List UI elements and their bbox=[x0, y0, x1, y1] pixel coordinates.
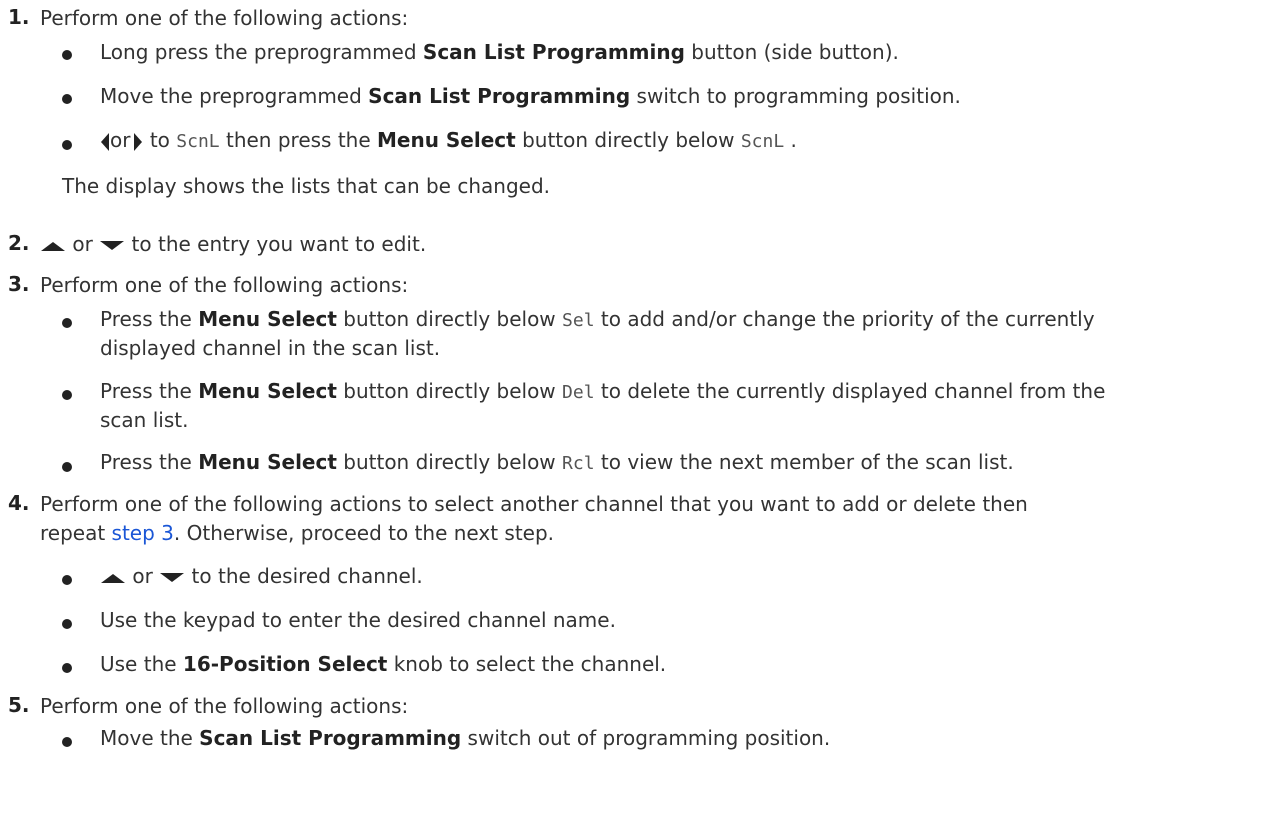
step-2-number: 2. bbox=[8, 231, 30, 255]
display-code-sel: Sel bbox=[562, 310, 595, 331]
option-text: Move the bbox=[100, 726, 200, 750]
procedure-page: 1. Perform one of the following actions:… bbox=[0, 0, 1270, 838]
down-arrow-icon bbox=[100, 240, 125, 250]
bullet-icon bbox=[62, 140, 72, 150]
step-1-number: 1. bbox=[8, 5, 30, 29]
step-3-option-1: Press the Menu Select button directly be… bbox=[100, 305, 1095, 335]
16-position-select-label: 16-Position Select bbox=[182, 652, 388, 676]
option-text: . bbox=[784, 128, 797, 152]
bullet-icon bbox=[62, 619, 72, 629]
menu-select-label: Menu Select bbox=[198, 450, 337, 474]
option-text: to add and/or change the priority of the… bbox=[594, 307, 1095, 331]
step-4-text: Perform one of the following actions to … bbox=[40, 492, 1028, 516]
step-3-option-3: Press the Menu Select button directly be… bbox=[100, 448, 1014, 478]
step-3-link[interactable]: step 3 bbox=[112, 521, 174, 545]
bullet-icon bbox=[62, 663, 72, 673]
option-text: to bbox=[143, 128, 177, 152]
up-arrow-icon bbox=[41, 241, 65, 251]
step-3-option-1-cont: displayed channel in the scan list. bbox=[100, 336, 441, 360]
step-1-result: The display shows the lists that can be … bbox=[62, 174, 550, 198]
step-1-text: Perform one of the following actions: bbox=[40, 6, 409, 30]
option-text: Press the bbox=[100, 379, 199, 403]
step-text: . Otherwise, proceed to the next step. bbox=[173, 521, 555, 545]
option-text: Press the bbox=[100, 307, 199, 331]
bullet-icon bbox=[62, 737, 72, 747]
bullet-icon bbox=[62, 462, 72, 472]
step-text: repeat bbox=[40, 521, 112, 545]
bullet-icon bbox=[62, 575, 72, 585]
step-5-option-1: Move the Scan List Programming switch ou… bbox=[100, 724, 830, 752]
up-arrow-icon bbox=[101, 573, 125, 583]
step-3-option-2-cont: scan list. bbox=[100, 408, 189, 432]
scan-list-programming-label: Scan List Programming bbox=[199, 726, 462, 750]
bullet-icon bbox=[62, 94, 72, 104]
display-code-scnl: ScnL bbox=[740, 131, 785, 152]
option-text: knob to select the channel. bbox=[387, 652, 667, 676]
down-arrow-icon bbox=[160, 572, 185, 582]
option-text: Press the bbox=[100, 450, 199, 474]
option-text: then press the bbox=[219, 128, 377, 152]
option-text: Move the preprogrammed bbox=[100, 84, 369, 108]
step-5-number: 5. bbox=[8, 693, 30, 717]
menu-select-label: Menu Select bbox=[198, 307, 337, 331]
option-text: Long press the preprogrammed bbox=[100, 40, 423, 64]
option-text: button directly below bbox=[515, 128, 741, 152]
step-1-option-1: Long press the preprogrammed Scan List P… bbox=[100, 38, 899, 66]
display-code-del: Del bbox=[562, 382, 595, 403]
step-4-option-1: or to the desired channel. bbox=[100, 562, 423, 590]
menu-select-label: Menu Select bbox=[198, 379, 337, 403]
step-4-option-2: Use the keypad to enter the desired chan… bbox=[100, 608, 616, 632]
step-3-number: 3. bbox=[8, 272, 30, 296]
or-text: or bbox=[126, 564, 160, 588]
option-text: to view the next member of the scan list… bbox=[594, 450, 1014, 474]
right-arrow-icon bbox=[134, 132, 143, 151]
option-text: Use the bbox=[100, 652, 183, 676]
bullet-icon bbox=[62, 318, 72, 328]
option-text: to the desired channel. bbox=[185, 564, 423, 588]
option-text: button (side button). bbox=[684, 40, 899, 64]
step-text: to the entry you want to edit. bbox=[125, 232, 427, 256]
step-2-text: or to the entry you want to edit. bbox=[40, 230, 426, 258]
or-text: or bbox=[110, 128, 131, 152]
step-4-text-cont: repeat step 3. Otherwise, proceed to the… bbox=[40, 519, 554, 547]
option-text: button directly below bbox=[336, 307, 563, 331]
scan-list-programming-label: Scan List Programming bbox=[368, 84, 631, 108]
option-text: button directly below bbox=[336, 450, 563, 474]
scan-list-programming-label: Scan List Programming bbox=[422, 40, 685, 64]
step-5-text: Perform one of the following actions: bbox=[40, 694, 409, 718]
step-1-option-3: or to ScnL then press the Menu Select bu… bbox=[100, 126, 797, 156]
bullet-icon bbox=[62, 50, 72, 60]
option-text: switch out of programming position. bbox=[461, 726, 831, 750]
step-3-option-2: Press the Menu Select button directly be… bbox=[100, 377, 1105, 407]
menu-select-label: Menu Select bbox=[377, 128, 516, 152]
left-arrow-icon bbox=[101, 132, 109, 151]
bullet-icon bbox=[62, 390, 72, 400]
or-text: or bbox=[66, 232, 100, 256]
option-text: button directly below bbox=[336, 379, 563, 403]
step-1-option-2: Move the preprogrammed Scan List Program… bbox=[100, 82, 961, 110]
step-4-option-3: Use the 16-Position Select knob to selec… bbox=[100, 650, 666, 678]
option-text: to delete the currently displayed channe… bbox=[594, 379, 1106, 403]
option-text: switch to programming position. bbox=[630, 84, 961, 108]
display-code-rcl: Rcl bbox=[562, 453, 595, 474]
step-4-number: 4. bbox=[8, 491, 30, 515]
step-3-text: Perform one of the following actions: bbox=[40, 273, 409, 297]
display-code-scnl: ScnL bbox=[176, 131, 220, 152]
